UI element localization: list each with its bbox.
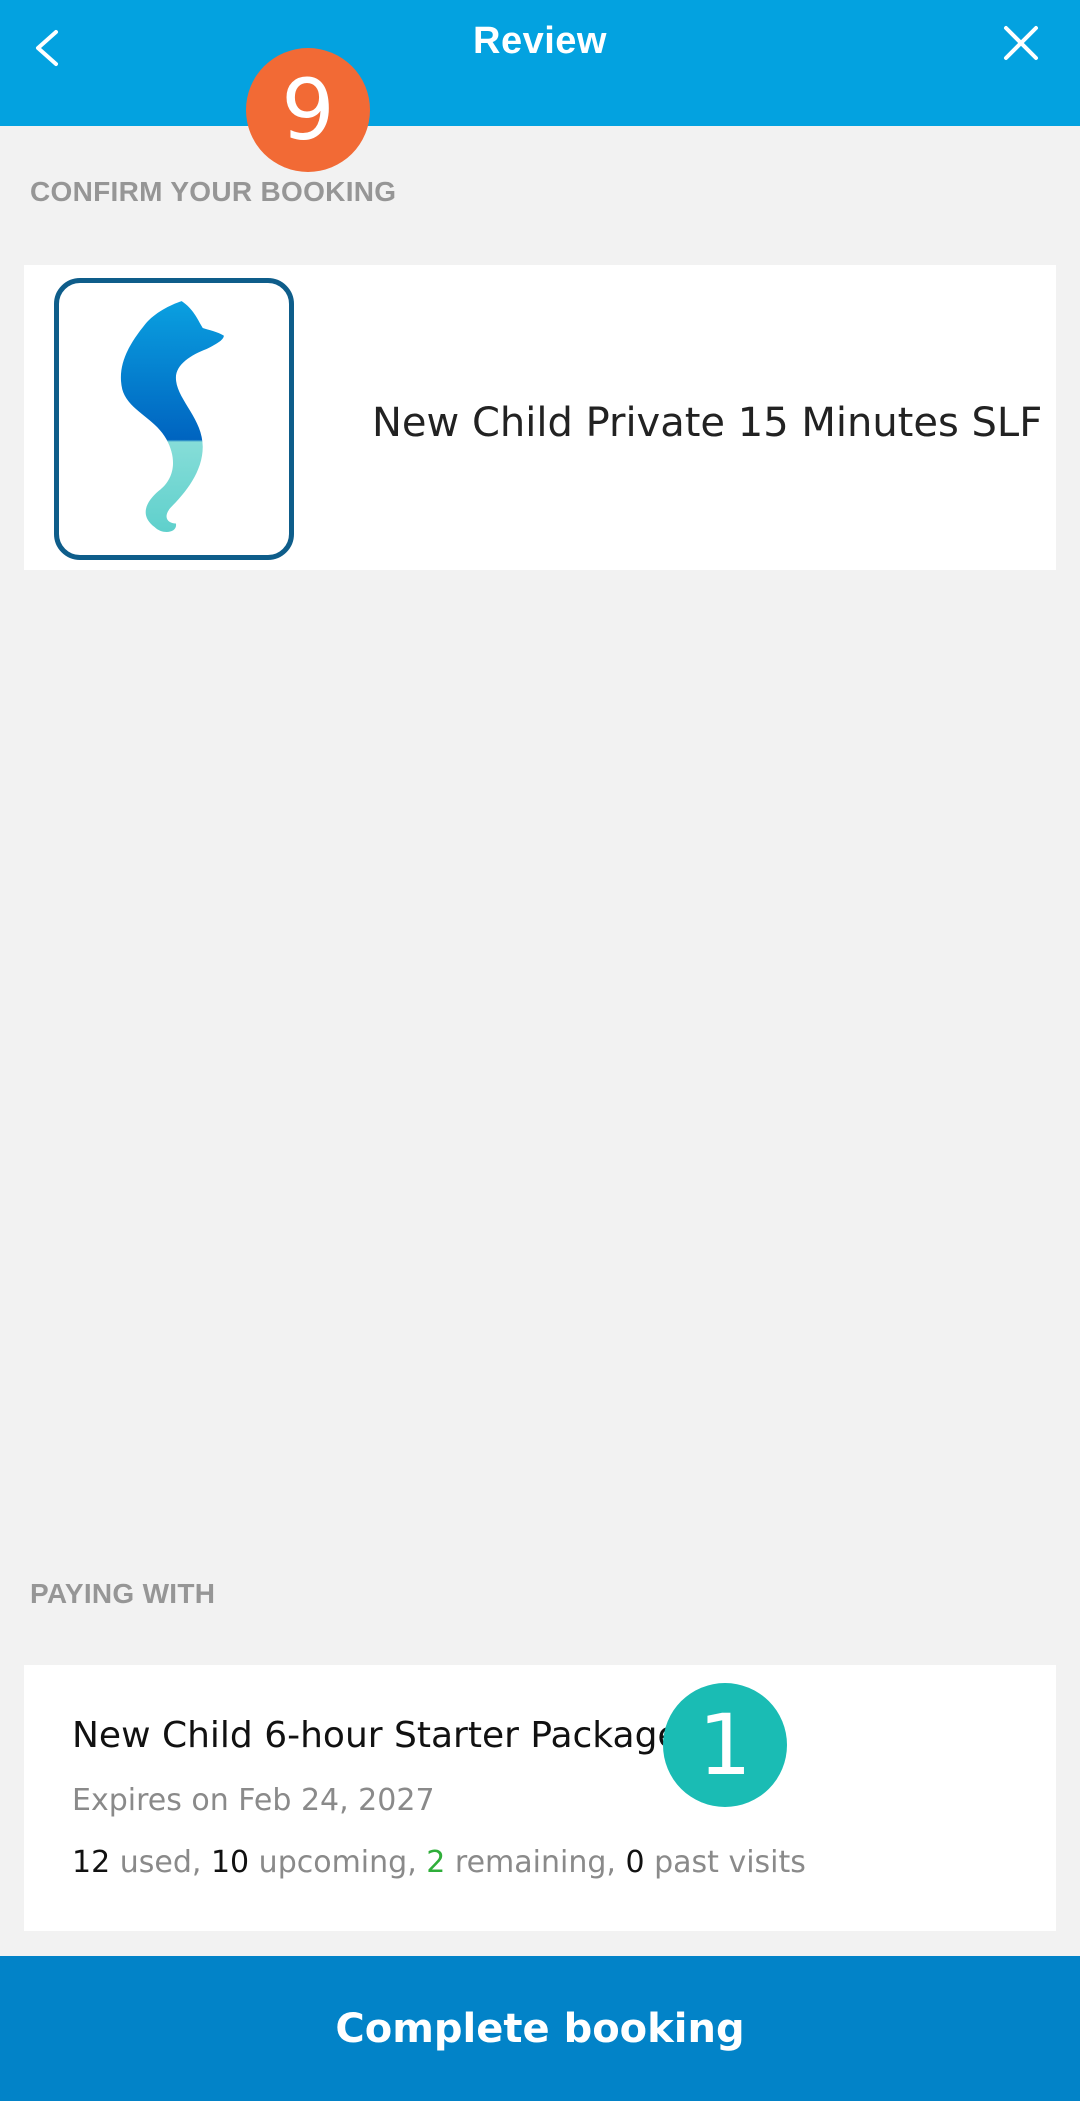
service-name: New Child Private 15 Minutes SLF <box>372 400 1043 446</box>
count-badge: 1 <box>663 1683 787 1807</box>
confirm-section-label: CONFIRM YOUR BOOKING <box>30 176 397 207</box>
package-expiry: Expires on Feb 24, 2027 <box>72 1783 435 1818</box>
past-label: past visits <box>644 1845 806 1880</box>
remaining-label: remaining, <box>445 1845 626 1880</box>
past-count: 0 <box>625 1845 645 1880</box>
close-icon[interactable] <box>1000 22 1042 64</box>
upcoming-count: 10 <box>210 1845 250 1880</box>
payment-section-label: PAYING WITH <box>30 1578 216 1609</box>
used-label: used, <box>110 1845 211 1880</box>
seahorse-logo <box>54 278 294 560</box>
package-name: New Child 6-hour Starter Package <box>72 1715 680 1756</box>
remaining-count: 2 <box>426 1845 446 1880</box>
step-badge: 9 <box>246 48 370 172</box>
package-usage: 12 used, 10 upcoming, 2 remaining, 0 pas… <box>72 1845 806 1880</box>
app-header: Review <box>0 0 1080 126</box>
upcoming-label: upcoming, <box>249 1845 427 1880</box>
used-count: 12 <box>72 1845 111 1880</box>
page-title: Review <box>473 20 607 62</box>
payment-card[interactable]: New Child 6-hour Starter Package Expires… <box>24 1665 1056 1931</box>
service-card[interactable]: New Child Private 15 Minutes SLF <box>24 265 1056 570</box>
complete-booking-button[interactable]: Complete booking <box>0 1956 1080 2101</box>
